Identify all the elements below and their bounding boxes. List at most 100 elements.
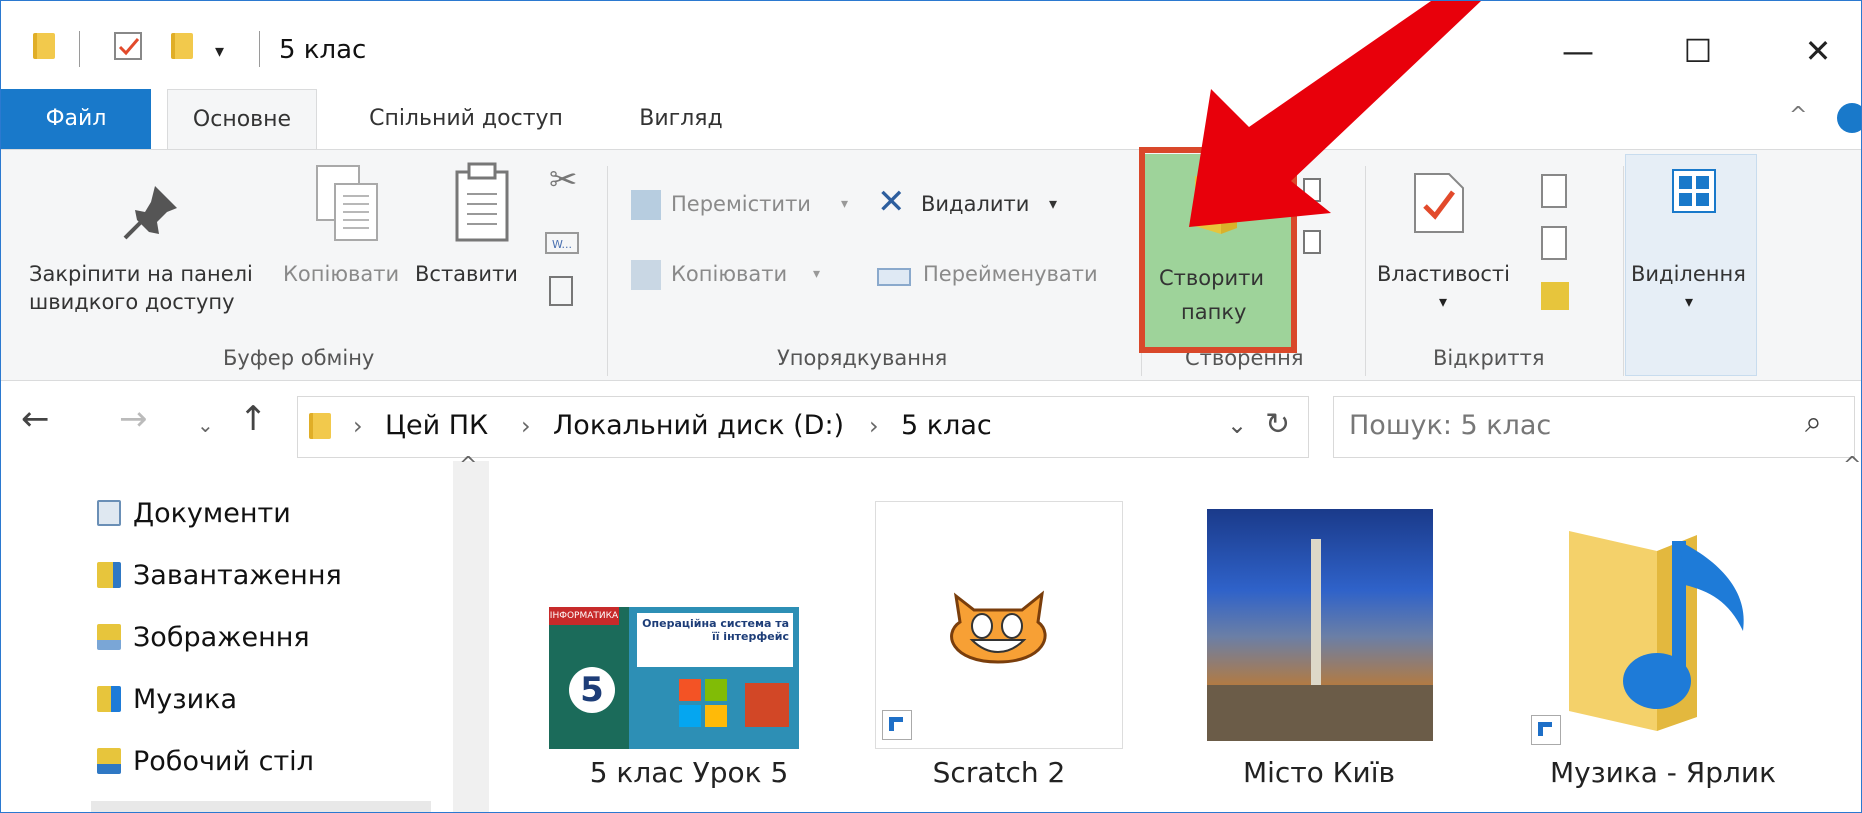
file-name[interactable]: Музика - Ярлик [1523,756,1803,789]
open-icon[interactable] [1541,174,1567,208]
forward-arrow-icon[interactable]: → [119,399,148,439]
address-dropdown-icon[interactable]: ⌄ [1227,411,1247,439]
file-name[interactable]: Місто Київ [1179,756,1459,789]
file-thumbnail-music-shortcut[interactable] [1529,521,1761,747]
book-number: 5 [569,667,615,713]
breadcrumb-separator-icon: › [521,412,531,440]
file-thumbnail-scratch[interactable] [875,501,1123,749]
properties-button[interactable]: Властивості [1377,262,1510,286]
collapse-ribbon-icon[interactable]: ^ [1789,103,1807,128]
chevron-down-icon: ▾ [1685,292,1694,311]
paste-button[interactable]: Вставити [415,262,518,286]
powerpoint-icon [745,683,789,727]
copy-button[interactable]: Копіювати [283,262,399,286]
selection-button[interactable]: Виділення [1631,262,1746,286]
chevron-down-icon: ▾ [841,196,849,212]
pictures-icon [97,624,121,650]
breadcrumb-separator-icon: › [869,412,879,440]
file-name[interactable]: Scratch 2 [859,756,1139,789]
paste-shortcut-icon[interactable] [549,276,573,306]
scroll-up-icon[interactable]: ^ [459,453,477,478]
shortcut-arrow-icon [1531,715,1561,745]
new-folder-quick-icon[interactable] [171,33,193,59]
nav-item-label: Робочий стіл [133,745,314,777]
properties-check-icon[interactable] [113,31,145,67]
copy-to-button[interactable]: Копіювати [671,262,787,286]
red-arrow-annotation [1189,1,1481,227]
delete-icon: ✕ [877,182,906,222]
nav-item-label: Документи [133,497,291,529]
open-group-label: Відкриття [1433,346,1545,370]
history-icon[interactable] [1541,282,1569,310]
chevron-down-icon: ▾ [1439,292,1448,311]
rename-icon [877,268,911,286]
tab-share[interactable]: Спільний доступ [351,89,581,149]
breadcrumb-current-folder[interactable]: 5 клас [901,410,992,441]
folder-icon [309,413,331,439]
minimize-button[interactable]: — [1538,21,1618,81]
rename-button[interactable]: Перейменувати [923,262,1098,286]
book-title: ІНФОРМАТИКА [549,607,619,625]
search-placeholder: Пошук: 5 клас [1349,410,1552,441]
maximize-button[interactable]: ☐ [1658,21,1738,81]
nav-item-label: Завантаження [133,559,342,591]
chevron-down-icon: ▾ [813,266,821,282]
customize-quick-access-icon[interactable]: ▾ [215,41,224,62]
nav-item-pictures[interactable]: Зображення [97,617,310,657]
shortcut-arrow-icon [882,710,912,740]
edit-icon[interactable] [1541,226,1567,260]
copy-path-icon[interactable]: W... [545,232,579,254]
delete-button[interactable]: Видалити [921,192,1029,216]
monument-column [1311,539,1321,689]
organize-group-label: Упорядкування [777,346,948,370]
move-to-button[interactable]: Перемістити [671,192,811,216]
breadcrumb-local-disk[interactable]: Локальний диск (D:) [553,410,844,441]
book-subtitle: Операційна система та її інтерфейс [637,613,793,667]
navigation-pane: Документи Завантаження Зображення Музика… [1,471,491,812]
tab-home[interactable]: Основне [167,89,317,150]
nav-pane-scrollbar[interactable] [453,461,489,812]
paste-icon [453,160,513,248]
windows-logo-icon [679,679,729,729]
pin-icon [119,180,183,248]
downloads-icon [97,562,121,588]
copy-to-icon [631,260,661,290]
easy-access-icon[interactable] [1303,230,1321,254]
search-icon[interactable]: ⌕ [1805,405,1822,440]
nav-item-music[interactable]: Музика [97,679,237,719]
title-bar: ▾ 5 клас — ☐ ✕ [1,1,1861,89]
move-to-icon [631,190,661,220]
file-explorer-window: ▾ 5 клас — ☐ ✕ Файл Основне Спільний дос… [0,0,1862,813]
breadcrumb-separator-icon: › [353,412,363,440]
copy-icon [313,162,383,250]
file-thumbnail-presentation[interactable]: ІНФОРМАТИКА Операційна система та її інт… [549,607,799,749]
file-thumbnail-kyiv-photo[interactable] [1207,509,1433,741]
tab-file[interactable]: Файл [1,89,151,149]
nav-item-desktop[interactable]: Робочий стіл [97,741,314,781]
tab-view[interactable]: Вигляд [621,89,741,149]
back-arrow-icon[interactable]: ← [21,399,50,439]
cut-icon[interactable]: ✂ [549,160,578,200]
recent-locations-icon[interactable]: ⌄ [197,413,214,437]
up-arrow-icon[interactable]: ↑ [239,399,268,439]
refresh-icon[interactable]: ↻ [1265,407,1290,442]
pin-label-line1[interactable]: Закріпити на панелі [29,262,253,286]
square-ground [1207,685,1433,741]
nav-item-downloads[interactable]: Завантаження [97,555,342,595]
scratch-cat-icon [938,582,1058,668]
nav-item-partial [91,801,431,812]
help-icon[interactable] [1837,103,1861,133]
breadcrumb-this-pc[interactable]: Цей ПК [385,410,488,441]
window-title: 5 клас [279,35,367,65]
close-button[interactable]: ✕ [1778,21,1858,81]
nav-item-documents[interactable]: Документи [97,493,291,533]
file-name[interactable]: 5 клас Урок 5 [549,756,829,789]
ribbon: Закріпити на панелі швидкого доступу Коп… [1,149,1861,381]
music-folder-icon [1569,531,1744,731]
content-scroll-up-icon[interactable]: ^ [1843,453,1861,478]
desktop-icon [97,748,121,774]
clipboard-group-label: Буфер обміну [223,346,375,370]
pin-label-line2[interactable]: швидкого доступу [29,290,235,314]
chevron-down-icon: ▾ [1049,194,1058,213]
music-icon [97,686,121,712]
